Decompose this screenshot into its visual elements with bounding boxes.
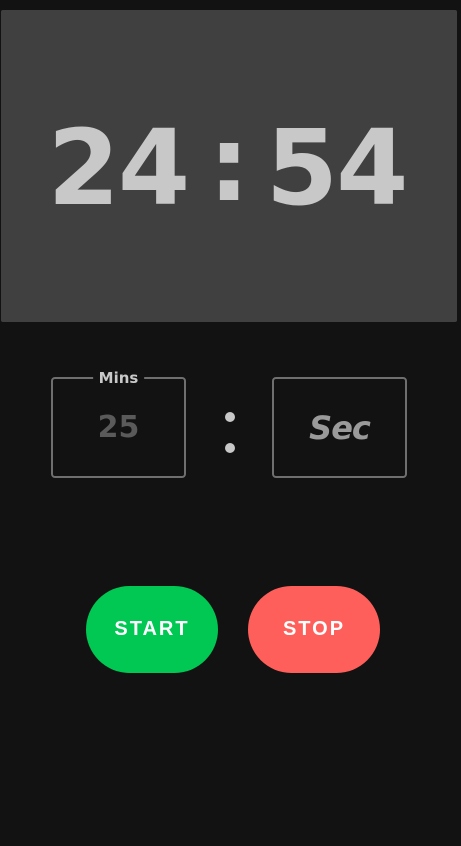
seconds-field[interactable]: Sec (272, 377, 407, 478)
colon-dot-bottom (225, 443, 235, 453)
timer-seconds: 54 (265, 107, 409, 229)
timer-readout: 24 : 54 (47, 107, 409, 229)
timer-app: 24 : 54 Mins 25 Sec START STOP (0, 0, 461, 846)
minutes-field[interactable]: Mins 25 (51, 368, 186, 478)
minutes-input[interactable]: 25 (53, 379, 184, 476)
input-colon-separator (224, 408, 236, 458)
stop-button[interactable]: STOP (248, 586, 380, 673)
seconds-input[interactable]: Sec (274, 379, 405, 476)
timer-display: 24 : 54 (1, 10, 457, 322)
colon-dot-top (225, 412, 235, 422)
timer-separator: : (208, 103, 250, 225)
timer-minutes: 24 (47, 107, 190, 229)
start-button[interactable]: START (86, 586, 218, 673)
